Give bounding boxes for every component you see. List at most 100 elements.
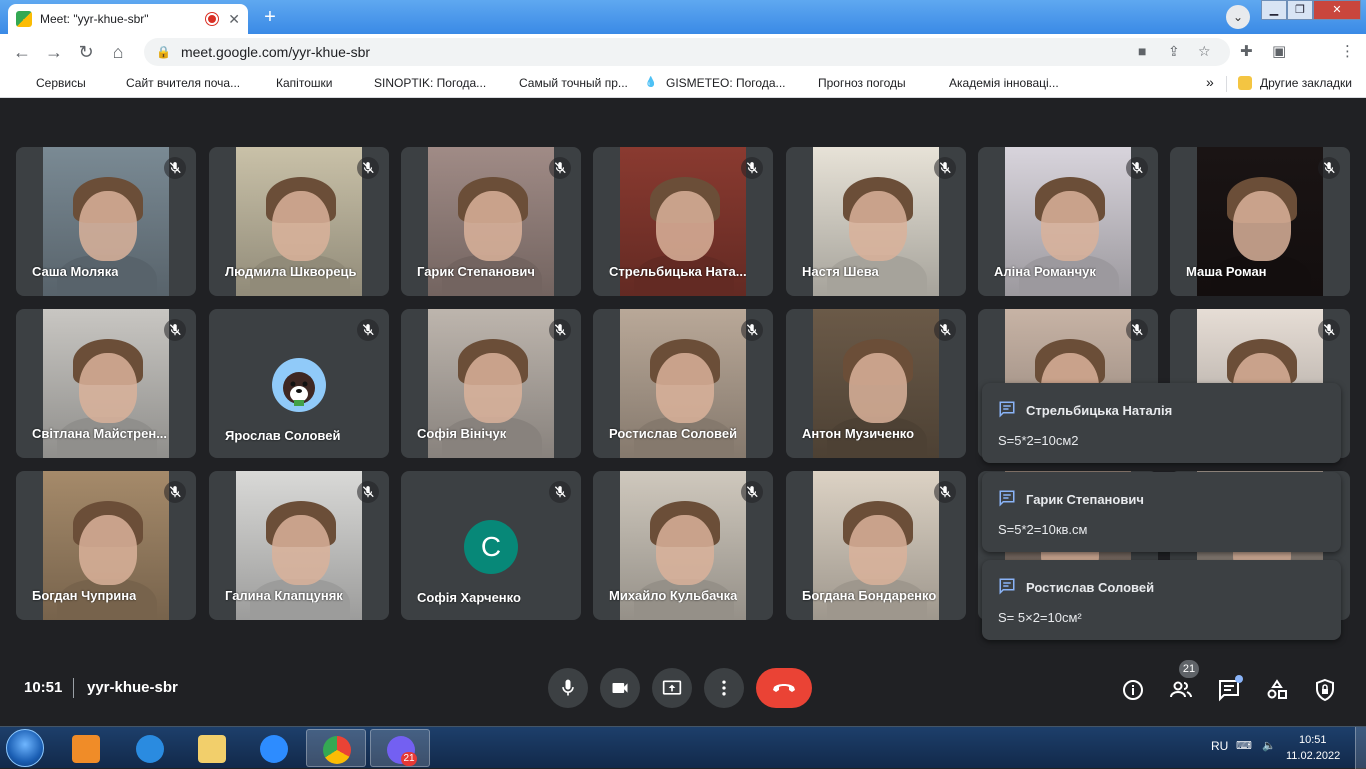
reload-icon[interactable]: ↻ <box>70 42 102 63</box>
participant-tile[interactable]: Михайло Кульбачка <box>593 471 773 620</box>
chat-button[interactable] <box>1214 668 1244 708</box>
share-icon[interactable]: ⇪ <box>1168 43 1180 60</box>
keyboard-icon[interactable]: ⌨ <box>1236 739 1252 752</box>
mic-off-icon <box>1126 319 1148 341</box>
host-controls-button[interactable] <box>1310 668 1340 708</box>
chat-message-toast[interactable]: Гарик Степанович S=5*2=10кв.см <box>982 472 1341 552</box>
back-arrow-icon[interactable]: ← <box>6 42 38 63</box>
participant-tile[interactable]: Людмила Шкворець <box>209 147 389 296</box>
participant-name: Ростислав Соловей <box>609 426 738 441</box>
microphone-button[interactable] <box>548 668 588 708</box>
participant-tile[interactable]: Аліна Романчук <box>978 147 1158 296</box>
bookmark-star-icon[interactable]: ☆ <box>1198 43 1211 60</box>
zoom-icon <box>260 735 288 763</box>
other-bookmarks-folder[interactable]: Другие закладки <box>1238 76 1352 90</box>
video-subject <box>79 353 137 423</box>
thermometer-icon: 🌡 <box>352 77 366 88</box>
start-button[interactable] <box>6 729 44 767</box>
participant-tile[interactable]: Гарик Степанович <box>401 147 581 296</box>
participant-tile[interactable]: Антон Музиченко <box>786 309 966 458</box>
taskbar-zoom[interactable] <box>244 729 304 767</box>
participant-tile[interactable]: С Софія Харченко <box>401 471 581 620</box>
activities-button[interactable] <box>1262 668 1292 708</box>
address-toolbar: ← → ↻ ⌂ 🔒 meet.google.com/yyr-khue-sbr ■… <box>0 34 1366 97</box>
leave-call-button[interactable] <box>756 668 812 708</box>
side-panel-icon[interactable]: ▣ <box>1272 42 1286 60</box>
video-subject <box>849 353 907 423</box>
participant-name: Маша Роман <box>1186 264 1267 279</box>
forward-arrow-icon[interactable]: → <box>38 42 70 63</box>
video-subject <box>79 515 137 585</box>
more-options-button[interactable] <box>704 668 744 708</box>
extensions-icon[interactable]: ✚ <box>1240 42 1253 60</box>
bookmark-item[interactable]: B Капітошки <box>254 76 333 90</box>
taskbar-internet-explorer[interactable] <box>120 729 180 767</box>
omnibox[interactable]: 🔒 meet.google.com/yyr-khue-sbr ■ ⇪ ☆ <box>144 38 1230 66</box>
participant-name: Богдан Чуприна <box>32 588 137 603</box>
participant-name: Ярослав Соловей <box>225 428 341 443</box>
toast-author: Гарик Степанович <box>1026 492 1144 507</box>
hangup-icon <box>773 684 795 692</box>
apps-icon: ▦ <box>16 77 26 88</box>
bookmark-label: SINOPTIK: Погода... <box>374 76 487 90</box>
participant-tile[interactable]: Галина Клапцуняк <box>209 471 389 620</box>
participants-count-badge: 21 <box>1179 660 1199 678</box>
people-button[interactable]: 21 <box>1166 660 1199 708</box>
bookmark-item[interactable]: ◎ Сайт вчителя поча... <box>104 76 240 90</box>
bookmarks-overflow-button[interactable]: » <box>1206 74 1214 90</box>
tab-meet[interactable]: Meet: "yyr-khue-sbr" ✕ <box>8 4 248 34</box>
participant-tile[interactable]: Саша Моляка <box>16 147 196 296</box>
present-screen-button[interactable] <box>652 668 692 708</box>
participant-name: Стрельбицька Ната... <box>609 264 747 279</box>
show-desktop-button[interactable] <box>1355 727 1366 769</box>
media-player-icon <box>72 735 100 763</box>
chat-message-toast[interactable]: Стрельбицька Наталія S=5*2=10см2 <box>982 383 1341 463</box>
windows-taskbar: 21 RU ⌨ 🔈 10:51 11.02.2022 <box>0 726 1366 769</box>
mic-off-icon <box>549 319 571 341</box>
avatar-letter: С <box>464 520 518 574</box>
participant-tile[interactable]: Ярослав Соловей <box>209 309 389 458</box>
speaker-icon[interactable]: 🔈 <box>1262 739 1276 752</box>
participant-name: Антон Музиченко <box>802 426 915 441</box>
participant-tile[interactable]: Богдан Чуприна <box>16 471 196 620</box>
bookmark-item[interactable]: ▦ Сервисы <box>14 76 85 90</box>
taskbar-chrome[interactable] <box>306 729 366 767</box>
mic-off-icon <box>549 481 571 503</box>
tab-close-icon[interactable]: ✕ <box>228 11 240 28</box>
participant-tile[interactable]: Світлана Майстрен... <box>16 309 196 458</box>
participant-tile[interactable]: Настя Шева <box>786 147 966 296</box>
bookmark-item[interactable]: 🌡 SINOPTIK: Погода... <box>352 76 487 90</box>
taskbar-viber[interactable]: 21 <box>370 729 430 767</box>
participant-tile[interactable]: Богдана Бондаренко <box>786 471 966 620</box>
restore-button[interactable]: ❐ <box>1287 0 1313 20</box>
taskbar-media-player[interactable] <box>56 729 116 767</box>
toast-message: S= 5×2=10см² <box>998 610 1082 625</box>
toast-header: Стрельбицька Наталія <box>998 400 1325 421</box>
participant-name: Софія Вінічук <box>417 426 507 441</box>
participant-name: Гарик Степанович <box>417 264 535 279</box>
bookmark-item[interactable]: ◍ Прогноз погоды <box>796 76 906 90</box>
participant-tile[interactable]: Софія Вінічук <box>401 309 581 458</box>
meeting-details-button[interactable] <box>1118 668 1148 708</box>
unread-dot-icon <box>1235 675 1243 683</box>
minimize-button[interactable]: ▁ <box>1261 0 1287 20</box>
window-close-button[interactable]: ✕ <box>1313 0 1361 20</box>
participant-tile[interactable]: Стрельбицька Ната... <box>593 147 773 296</box>
mic-off-icon <box>549 157 571 179</box>
home-icon[interactable]: ⌂ <box>102 42 134 63</box>
bookmark-item[interactable]: A Самый точный пр... <box>497 76 628 90</box>
language-indicator[interactable]: RU <box>1211 739 1228 753</box>
camera-button[interactable] <box>600 668 640 708</box>
participant-tile[interactable]: Ростислав Соловей <box>593 309 773 458</box>
menu-kebab-icon[interactable]: ⋮ <box>1340 42 1355 60</box>
meeting-time: 10:51 <box>24 679 63 696</box>
bookmark-item[interactable]: 💧 GISMETEO: Погода... <box>644 76 786 90</box>
bookmark-label: Самый точный пр... <box>519 76 628 90</box>
bookmark-item[interactable]: ⋀ Академія інноваці... <box>927 76 1059 90</box>
participant-tile[interactable]: Маша Роман <box>1170 147 1350 296</box>
taskbar-explorer[interactable] <box>182 729 242 767</box>
camera-in-use-icon[interactable]: ■ <box>1138 43 1146 59</box>
tab-search-chevron-icon[interactable]: ⌄ <box>1226 5 1250 29</box>
chat-message-toast[interactable]: Ростислав Соловей S= 5×2=10см² <box>982 560 1341 640</box>
new-tab-button[interactable]: + <box>257 6 283 28</box>
